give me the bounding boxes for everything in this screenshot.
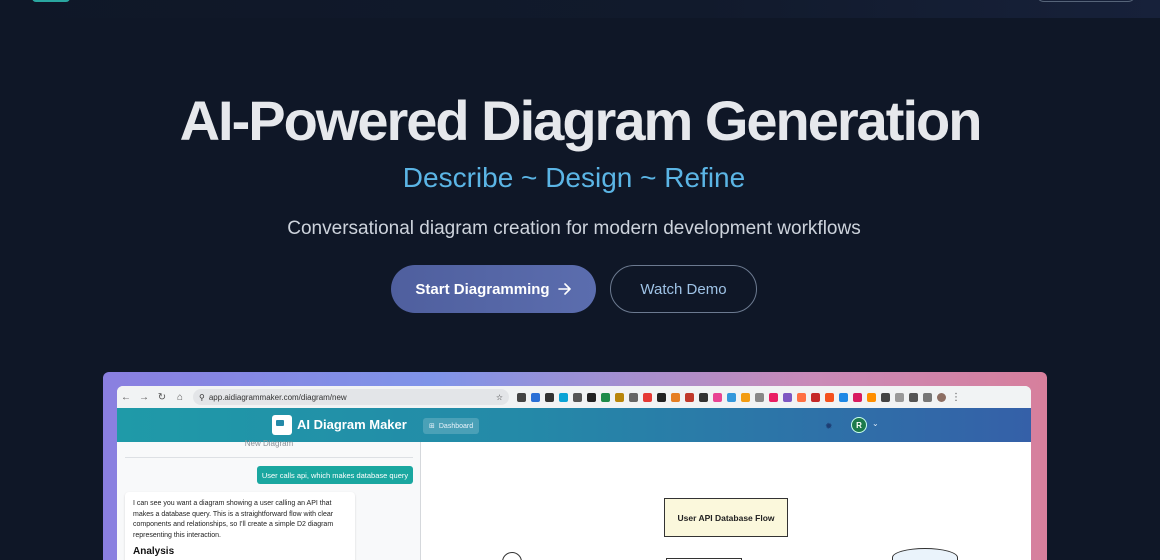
ai-message-text: I can see you want a diagram showing a u… — [133, 500, 334, 539]
extension-icon[interactable] — [783, 392, 792, 402]
dashboard-label: Dashboard — [438, 422, 474, 430]
extension-icon[interactable] — [587, 392, 596, 402]
side-panel-icon[interactable] — [923, 392, 932, 402]
extension-icon[interactable] — [615, 392, 624, 402]
chat-divider — [125, 457, 413, 458]
extension-icon[interactable] — [727, 392, 736, 402]
extension-icon[interactable] — [867, 392, 876, 402]
app-name[interactable]: AI Diagram Maker — [297, 417, 407, 432]
user-message: User calls api, which makes database que… — [257, 466, 413, 484]
navbar-logo[interactable] — [32, 0, 70, 2]
extension-icon[interactable] — [811, 392, 820, 402]
app-logo-icon[interactable] — [272, 415, 292, 435]
extension-icon[interactable] — [545, 392, 554, 402]
extension-icon[interactable] — [769, 392, 778, 402]
arrow-right-icon — [557, 283, 571, 295]
address-bar-url: app.aidiagrammaker.com/diagram/new — [208, 392, 347, 402]
hero-title: AI-Powered Diagram Generation — [179, 89, 983, 152]
extension-icon[interactable] — [699, 392, 708, 402]
extension-icon[interactable] — [839, 392, 848, 402]
chevron-down-icon[interactable]: ⌄ — [872, 419, 879, 428]
extension-icon[interactable] — [517, 392, 526, 402]
extension-icon[interactable] — [881, 392, 890, 402]
start-diagramming-label: Start Diagramming — [415, 280, 550, 298]
dashboard-button[interactable]: ⊞ Dashboard — [423, 418, 480, 434]
ai-message-heading: Analysis — [133, 546, 175, 557]
extension-icon[interactable] — [685, 392, 694, 402]
extension-icon[interactable] — [713, 392, 722, 402]
extension-icon[interactable] — [643, 392, 652, 402]
reload-icon[interactable]: ↻ — [153, 392, 171, 403]
extension-icon[interactable] — [601, 392, 610, 402]
extension-icon[interactable] — [573, 392, 582, 402]
hero-tagline: Conversational diagram creation for mode… — [287, 218, 861, 239]
extension-icon[interactable] — [629, 392, 638, 402]
app-header: AI Diagram Maker ⊞ Dashboard ✹ R ⌄ — [117, 408, 1031, 442]
back-icon[interactable]: ← — [117, 392, 135, 403]
extension-icon[interactable] — [797, 392, 806, 402]
ai-message: I can see you want a diagram showing a u… — [125, 492, 355, 560]
hero-subtitle: Describe ~ Design ~ Refine — [402, 162, 746, 193]
grid-icon: ⊞ — [429, 423, 435, 430]
start-diagramming-button[interactable]: Start Diagramming — [391, 265, 596, 313]
watch-demo-button[interactable]: Watch Demo — [610, 265, 757, 313]
site-info-icon[interactable]: ⚲ — [199, 393, 205, 402]
forward-icon[interactable]: → — [135, 392, 153, 403]
theme-toggle-icon[interactable]: ✹ — [825, 421, 833, 432]
extension-icon[interactable] — [825, 392, 834, 402]
extension-icon[interactable] — [671, 392, 680, 402]
database-node[interactable] — [892, 548, 958, 560]
diagram-title-node[interactable]: User API Database Flow — [664, 498, 788, 537]
extension-icon[interactable] — [657, 392, 666, 402]
extension-icon[interactable] — [755, 392, 764, 402]
extension-icon[interactable] — [559, 392, 568, 402]
top-navbar — [0, 0, 1160, 18]
extensions-bar: ⋮ — [517, 392, 961, 403]
extensions-puzzle-icon[interactable] — [909, 392, 918, 402]
diagram-canvas[interactable]: User API Database Flow — [422, 442, 1031, 560]
browser-menu-icon[interactable]: ⋮ — [951, 392, 961, 403]
extension-icon[interactable] — [531, 392, 540, 402]
avatar[interactable]: R — [851, 417, 867, 433]
chat-panel: New Diagram User calls api, which makes … — [117, 439, 421, 560]
browser-toolbar: ← → ↻ ⌂ ⚲ app.aidiagrammaker.com/diagram… — [117, 386, 1031, 408]
profile-avatar-icon[interactable] — [937, 392, 946, 402]
user-node[interactable] — [502, 552, 522, 560]
bookmark-star-icon[interactable]: ☆ — [496, 393, 503, 402]
app-preview-browser: ← → ↻ ⌂ ⚲ app.aidiagrammaker.com/diagram… — [117, 386, 1031, 560]
extension-icon[interactable] — [741, 392, 750, 402]
navbar-button[interactable] — [1036, 0, 1136, 2]
extension-icon[interactable] — [853, 392, 862, 402]
extension-icon[interactable] — [895, 392, 904, 402]
address-bar[interactable]: ⚲ app.aidiagrammaker.com/diagram/new ☆ — [193, 389, 509, 405]
home-icon[interactable]: ⌂ — [171, 392, 189, 403]
chat-title: New Diagram — [244, 439, 294, 448]
